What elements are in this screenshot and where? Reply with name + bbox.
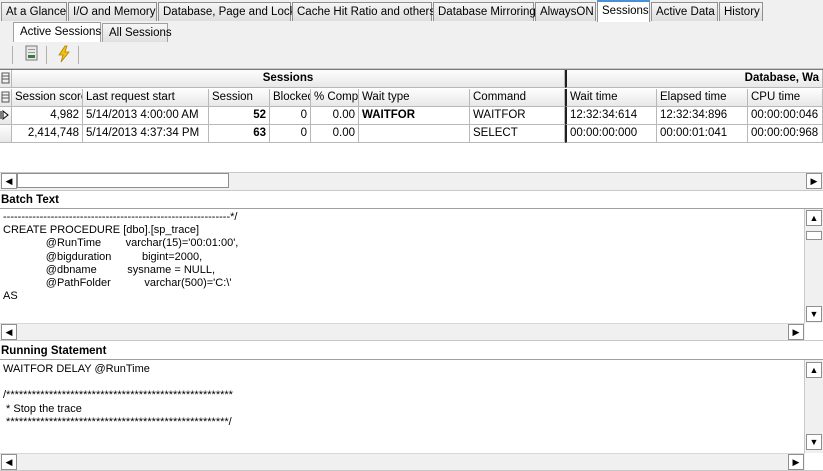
scroll-up-icon[interactable]: ▲ — [806, 210, 822, 226]
tab-sessions[interactable]: Sessions — [597, 0, 650, 22]
batch-text-box[interactable]: ----------------------------------------… — [0, 208, 823, 341]
tab-history[interactable]: History — [719, 2, 763, 21]
excel-export-icon[interactable] — [22, 45, 42, 65]
col-wait-time[interactable]: Wait time — [565, 89, 657, 107]
table-cell[interactable]: 00:00:01:041 — [657, 125, 748, 143]
table-cell[interactable]: 00:00:00:000 — [565, 125, 657, 143]
table-cell[interactable]: 00:00:00:968 — [748, 125, 823, 143]
table-cell[interactable]: SELECT — [470, 125, 565, 143]
col-last-request-start[interactable]: Last request start — [83, 89, 209, 107]
col-cpu-time[interactable]: CPU time — [748, 89, 823, 107]
scroll-left-icon[interactable]: ◀ — [1, 454, 17, 470]
tab-database-mirroring[interactable]: Database Mirroring — [433, 2, 536, 21]
scroll-up-icon[interactable]: ▲ — [806, 362, 822, 378]
col-session[interactable]: Session — [209, 89, 270, 107]
table-cell[interactable]: 12:32:34:614 — [565, 107, 657, 125]
table-cell[interactable]: 2,414,748 — [12, 125, 83, 143]
col-percent-complete[interactable]: % Compl — [311, 89, 359, 107]
session-subtabbar: Active Sessions All Sessions — [0, 22, 823, 43]
toolbar-separator — [46, 46, 47, 64]
row-header[interactable] — [0, 125, 12, 143]
toolbar-separator — [78, 46, 79, 64]
scroll-thumb[interactable] — [17, 173, 229, 188]
col-wait-type[interactable]: Wait type — [359, 89, 470, 107]
running-statement-title: Running Statement — [1, 345, 107, 357]
scroll-right-icon[interactable]: ▶ — [788, 454, 804, 470]
row-indicator-icon[interactable] — [0, 107, 12, 125]
table-cell[interactable]: 5/14/2013 4:37:34 PM — [83, 125, 209, 143]
table-cell[interactable]: 4,982 — [12, 107, 83, 125]
batch-text-title: Batch Text — [1, 194, 59, 206]
tab-io-memory[interactable]: I/O and Memory — [68, 2, 157, 21]
tab-active-data[interactable]: Active Data — [651, 2, 718, 21]
scroll-left-icon[interactable]: ◀ — [1, 173, 17, 189]
batch-vertical-scrollbar[interactable]: ▲ ▼ — [804, 209, 823, 323]
table-cell[interactable]: 52 — [209, 107, 270, 125]
band-sessions: Sessions — [12, 70, 565, 88]
subtab-all-sessions[interactable]: All Sessions — [102, 23, 172, 42]
table-cell[interactable]: 12:32:34:896 — [657, 107, 748, 125]
sessions-grid: Sessions Database, Wa Session score Last… — [0, 69, 823, 173]
scroll-right-icon[interactable]: ▶ — [788, 324, 804, 340]
tab-at-a-glance[interactable]: At a Glance — [1, 2, 67, 21]
lightning-icon[interactable] — [54, 45, 74, 65]
running-statement-content[interactable]: WAITFOR DELAY @RunTime /****************… — [3, 363, 233, 429]
running-vertical-scrollbar[interactable]: ▲ ▼ — [804, 360, 823, 453]
scroll-down-icon[interactable]: ▼ — [806, 434, 822, 450]
table-cell[interactable]: 0 — [270, 125, 311, 143]
grid-horizontal-scrollbar[interactable]: ◀ ▶ — [0, 172, 823, 191]
running-statement-box[interactable]: WAITFOR DELAY @RunTime /****************… — [0, 359, 823, 471]
subtab-active-sessions[interactable]: Active Sessions — [13, 22, 101, 43]
col-session-score[interactable]: Session score — [12, 89, 83, 107]
batch-text-content[interactable]: ----------------------------------------… — [3, 211, 238, 303]
table-cell[interactable]: 0.00 — [311, 107, 359, 125]
batch-horizontal-scrollbar[interactable]: ◀ ▶ — [0, 323, 805, 340]
table-cell[interactable]: WAITFOR — [470, 107, 565, 125]
band-database-wait: Database, Wa — [565, 70, 823, 88]
table-cell[interactable]: 0.00 — [311, 125, 359, 143]
tab-alwayson[interactable]: AlwaysON — [535, 2, 596, 21]
col-blocked[interactable]: Blocked — [270, 89, 311, 107]
table-cell[interactable]: WAITFOR — [359, 107, 470, 125]
toolbar — [0, 42, 823, 69]
table-cell[interactable]: 0 — [270, 107, 311, 125]
tab-cache-hit-ratio[interactable]: Cache Hit Ratio and others — [292, 2, 435, 21]
table-cell[interactable]: 63 — [209, 125, 270, 143]
col-elapsed-time[interactable]: Elapsed time — [657, 89, 748, 107]
main-tabbar: At a Glance I/O and Memory Database, Pag… — [0, 0, 823, 23]
tab-database-page-lock[interactable]: Database, Page and Lock — [158, 2, 295, 21]
table-cell[interactable] — [359, 125, 470, 143]
table-cell[interactable]: 00:00:00:046 — [748, 107, 823, 125]
grid-selector-icon[interactable] — [0, 70, 12, 88]
toolbar-separator — [12, 46, 13, 64]
running-horizontal-scrollbar[interactable]: ◀ ▶ — [0, 453, 805, 470]
scroll-thumb[interactable] — [806, 231, 822, 240]
table-cell[interactable]: 5/14/2013 4:00:00 AM — [83, 107, 209, 125]
row-header-corner — [0, 89, 12, 107]
scroll-down-icon[interactable]: ▼ — [806, 306, 822, 322]
scroll-right-icon[interactable]: ▶ — [806, 173, 822, 189]
scroll-left-icon[interactable]: ◀ — [1, 324, 17, 340]
col-command[interactable]: Command — [470, 89, 565, 107]
